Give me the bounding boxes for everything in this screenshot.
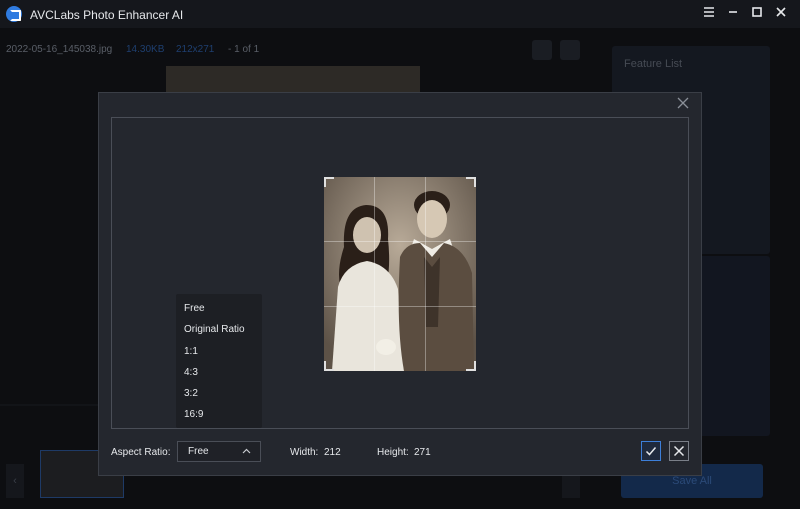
- preview-eye-icon[interactable]: [560, 40, 580, 60]
- x-icon: [673, 445, 685, 457]
- app-title: AVCLabs Photo Enhancer AI: [30, 8, 184, 22]
- aspect-option-1-1[interactable]: 1:1: [176, 341, 262, 362]
- height-value[interactable]: 271: [414, 447, 431, 458]
- dialog-close-icon[interactable]: [675, 97, 691, 113]
- aspect-ratio-select[interactable]: Free: [177, 441, 261, 462]
- aspect-ratio-dropdown: Free Original Ratio 1:1 4:3 3:2 16:9: [176, 294, 262, 428]
- crop-photo[interactable]: [324, 177, 476, 371]
- file-size: 14.30KB: [126, 44, 165, 55]
- width-label: Width:: [290, 447, 319, 458]
- title-bar: AVCLabs Photo Enhancer AI: [0, 0, 800, 28]
- aspect-ratio-label: Aspect Ratio:: [111, 447, 171, 458]
- crop-handle-top-right[interactable]: [466, 177, 476, 187]
- aspect-option-3-2[interactable]: 3:2: [176, 383, 262, 404]
- close-icon[interactable]: [772, 5, 790, 23]
- aspect-option-16-9[interactable]: 16:9: [176, 404, 262, 425]
- crop-handle-bottom-left[interactable]: [324, 361, 334, 371]
- crop-handle-top-left[interactable]: [324, 177, 334, 187]
- cancel-crop-button[interactable]: [669, 441, 689, 461]
- confirm-crop-button[interactable]: [641, 441, 661, 461]
- file-name: 2022-05-16_145038.jpg: [6, 44, 113, 55]
- aspect-option-4-3[interactable]: 4:3: [176, 362, 262, 383]
- minimize-icon[interactable]: [724, 5, 742, 23]
- hamburger-menu-icon[interactable]: [700, 5, 718, 23]
- crop-tool-icon[interactable]: [532, 40, 552, 60]
- aspect-option-free[interactable]: Free: [176, 298, 262, 319]
- app-logo-icon: [6, 6, 22, 22]
- height-label: Height:: [377, 447, 409, 458]
- prev-arrow-icon[interactable]: ‹: [6, 464, 24, 498]
- crop-handle-bottom-right[interactable]: [466, 361, 476, 371]
- aspect-option-original[interactable]: Original Ratio: [176, 319, 262, 340]
- file-dimensions: 212x271: [176, 44, 215, 55]
- chevron-up-icon: [242, 442, 251, 463]
- crop-grid: [324, 177, 476, 371]
- maximize-icon[interactable]: [748, 5, 766, 23]
- feature-list-label: Feature List: [624, 58, 683, 70]
- width-value[interactable]: 212: [324, 447, 341, 458]
- aspect-ratio-selected: Free: [188, 446, 209, 457]
- check-icon: [645, 447, 657, 456]
- page-count: - 1 of 1: [228, 44, 260, 55]
